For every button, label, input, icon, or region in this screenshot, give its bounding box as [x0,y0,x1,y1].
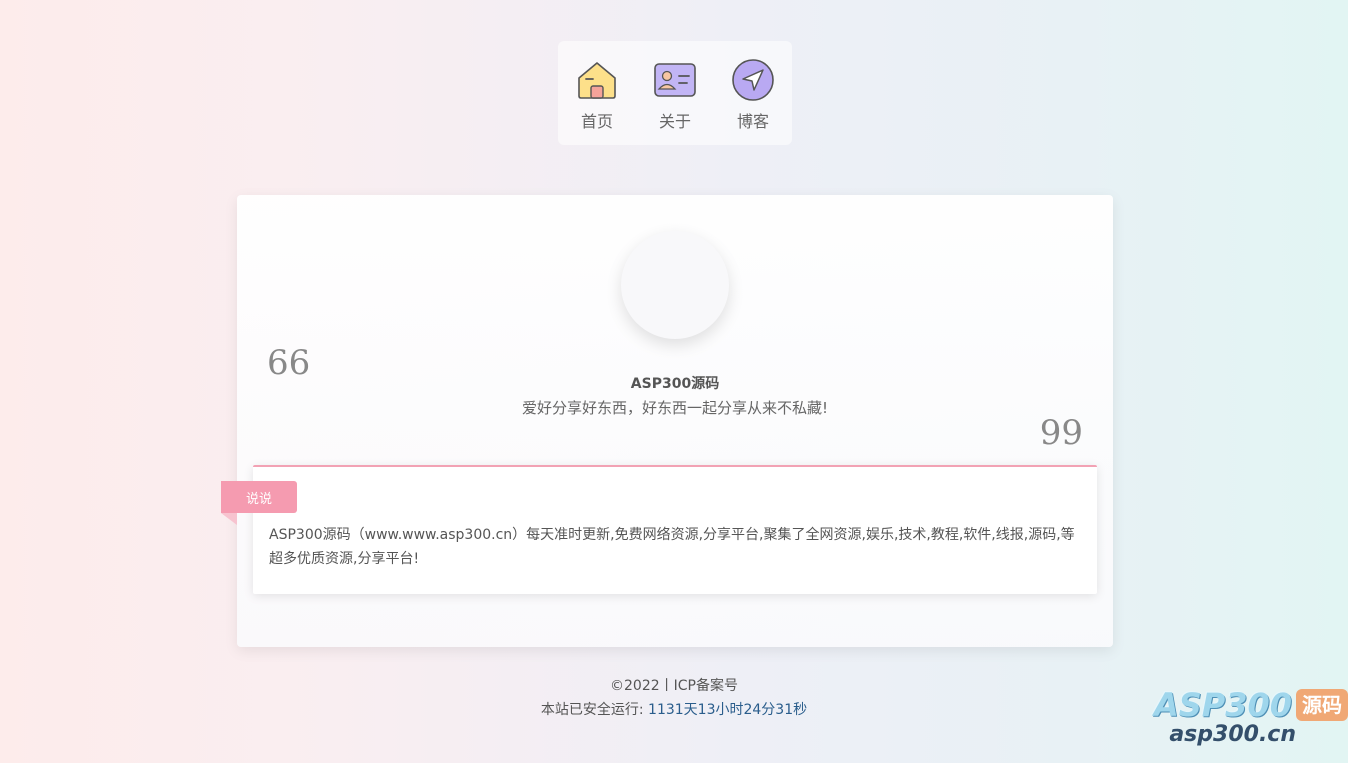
close-quote-icon: 99 [1039,413,1083,453]
watermark-url: asp300.cn [1169,722,1296,747]
nav-item-blog[interactable]: 博客 [714,41,792,145]
watermark-brand: ASP300 [1153,686,1292,724]
profile-card: 66 ASP300源码 爱好分享好东西，好东西一起分享从来不私藏! 99 说说 … [221,195,1113,647]
nav-item-home[interactable]: 首页 [558,41,636,145]
nav-item-about[interactable]: 关于 [636,41,714,145]
site-watermark: ASP300 源码 asp300.cn [1148,686,1348,756]
watermark-badge: 源码 [1296,689,1348,721]
home-icon [578,62,616,99]
navigation-arrow-icon [732,59,774,101]
id-card-icon [654,63,696,97]
footer: ©2022丨ICP备案号 本站已安全运行: 1131天13小时24分31秒 [0,674,1348,722]
profile-name: ASP300源码 [630,376,720,392]
profile-motto: 爱好分享好东西，好东西一起分享从来不私藏! [521,399,828,417]
copyright-text: ©2022丨ICP备案号 [610,678,738,694]
avatar [621,231,729,339]
talk-tag: 说说 [221,481,297,513]
nav-label-home: 首页 [580,112,613,131]
top-nav: 首页 关于 博客 [558,41,792,145]
talk-text: ASP300源码（www.www.asp300.cn）每天准时更新,免费网络资源… [269,527,1075,567]
talk-panel: 说说 ASP300源码（www.www.asp300.cn）每天准时更新,免费网… [221,465,1097,594]
runtime: 本站已安全运行: 1131天13小时24分31秒 [0,698,1348,722]
nav-label-about: 关于 [658,112,691,131]
copyright: ©2022丨ICP备案号 [0,674,1348,698]
runtime-label: 本站已安全运行: [540,702,644,718]
tag-fold-decoration [221,513,237,525]
runtime-value: 1131天13小时24分31秒 [648,702,808,718]
nav-label-blog: 博客 [736,112,769,131]
